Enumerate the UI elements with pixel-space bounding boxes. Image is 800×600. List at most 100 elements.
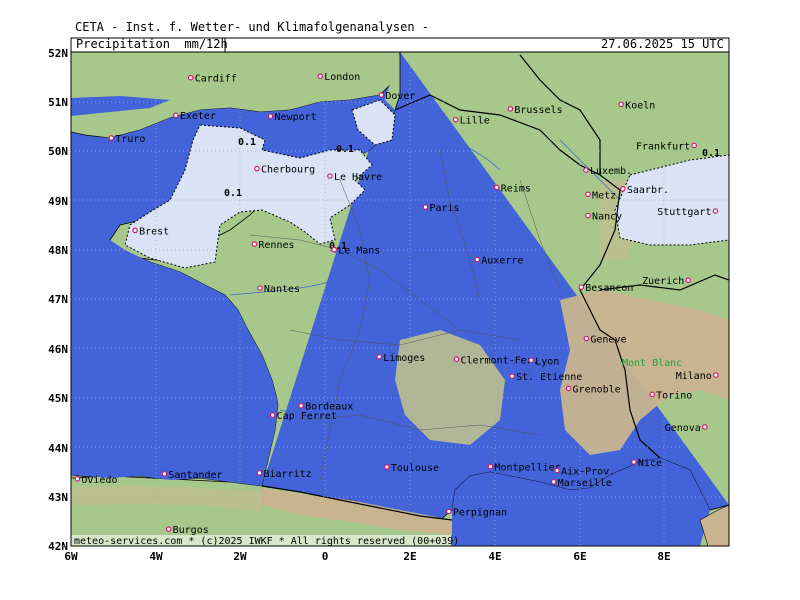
city-marker (269, 412, 276, 418)
city-label: Saarbr. (627, 185, 669, 196)
city-marker (257, 285, 263, 291)
city-label: Dover (385, 91, 415, 102)
city-label: Cardiff (195, 74, 237, 85)
contour-label: 0.1 (224, 188, 242, 199)
city-label: Limoges (383, 353, 425, 364)
city-label: Rennes (258, 240, 294, 251)
city-label: Stuttgart (657, 207, 711, 218)
city-label: Brest (139, 226, 169, 237)
city-marker (474, 256, 481, 263)
city-label: Clermont-Fer. (460, 355, 538, 366)
city-marker (631, 459, 637, 465)
city-marker (554, 467, 560, 474)
city-label: St. Etienne (516, 372, 582, 383)
city-marker (452, 116, 459, 123)
city-label: Burgos (173, 525, 209, 536)
map-area: 0.1 0.1 0.1 0.1 0.1 Cardiff LondonDoverEx… (71, 52, 729, 547)
longitude-axis: 6W 4W 2W 0 2E 4E 6E 8E (64, 550, 670, 563)
city-marker (74, 476, 81, 482)
city-label: London (324, 72, 360, 83)
city-marker (685, 277, 692, 284)
city-marker (446, 508, 452, 515)
city-marker (493, 184, 500, 191)
city-label: Newport (275, 112, 317, 123)
city-label: Luxemb. (590, 166, 632, 177)
city-marker (585, 212, 591, 219)
city-label: Brussels (514, 105, 562, 116)
city-marker (453, 356, 460, 363)
city-marker (267, 113, 274, 120)
city-marker (254, 165, 260, 172)
city-marker (583, 335, 590, 342)
city-label: Toulouse (391, 463, 439, 474)
city-label: Metz (592, 190, 616, 201)
copyright-footer: meteo-services.com * (c)2025 IWKF * All … (74, 536, 459, 547)
city-label: Torino (656, 390, 692, 401)
city-marker (550, 478, 557, 485)
city-marker (702, 424, 708, 430)
city-marker (713, 372, 719, 378)
lat-tick-label: 50N (48, 145, 68, 158)
city-label: Aix-Prov. (561, 466, 615, 477)
city-marker (583, 167, 589, 173)
city-label: Lyon (535, 356, 559, 367)
city-label: Montpellier (494, 462, 560, 473)
city-marker (528, 357, 534, 364)
city-marker (173, 112, 179, 119)
lat-tick-label: 48N (48, 244, 68, 257)
city-label: Le Mans (338, 246, 380, 257)
lat-tick-label: 42N (48, 540, 68, 553)
city-label: Zuerich (642, 276, 684, 287)
contour-label: 0.1 (702, 148, 720, 159)
city-label: Truro (115, 134, 145, 145)
city-label: Besancon (585, 283, 633, 294)
city-marker (618, 101, 624, 108)
lon-tick-label: 4E (488, 550, 501, 563)
city-marker (578, 284, 585, 290)
city-marker (691, 142, 697, 149)
city-marker (256, 470, 263, 476)
city-label: Frankfurt (636, 141, 690, 152)
city-marker (649, 391, 655, 398)
city-label: Paris (429, 203, 459, 214)
city-label: Nice (638, 458, 662, 469)
city-marker (565, 385, 572, 392)
city-label: Exeter (180, 111, 216, 122)
city-marker (331, 246, 338, 253)
city-marker (327, 173, 333, 179)
city-marker (422, 204, 429, 210)
lat-tick-label: 52N (48, 47, 68, 60)
contour-label: 0.1 (336, 144, 354, 155)
city-marker (165, 526, 172, 533)
lat-tick-label: 49N (48, 195, 68, 208)
city-label: Nantes (264, 284, 300, 295)
city-label: Lille (460, 116, 490, 127)
city-marker (712, 208, 719, 214)
city-label: Auxerre (481, 255, 523, 266)
city-marker (620, 186, 626, 192)
city-marker (298, 402, 304, 409)
city-label: Grenoble (573, 384, 621, 395)
city-label: Le Havre (334, 172, 382, 183)
city-marker (487, 463, 494, 470)
lon-tick-label: 2E (403, 550, 416, 563)
lon-tick-label: 6E (573, 550, 586, 563)
city-marker (251, 241, 258, 247)
contour-label: 0.1 (238, 137, 256, 148)
city-marker (378, 92, 385, 98)
city-label: Geneve (590, 335, 626, 346)
lat-tick-label: 46N (48, 343, 68, 356)
city-label: Santander (168, 470, 222, 481)
city-label: Cherbourg (261, 165, 315, 176)
precipitation-map: 0.1 0.1 0.1 0.1 0.1 Cardiff LondonDoverEx… (48, 37, 730, 563)
lat-tick-label: 47N (48, 293, 68, 306)
city-marker (317, 73, 323, 80)
city-marker (384, 464, 390, 470)
lon-tick-label: 4W (149, 550, 163, 563)
city-marker (509, 373, 515, 379)
city-label: Koeln (625, 100, 655, 111)
lon-tick-label: 8E (657, 550, 670, 563)
city-marker (507, 106, 514, 112)
city-label: Marseille (558, 478, 612, 489)
city-marker (108, 135, 115, 141)
